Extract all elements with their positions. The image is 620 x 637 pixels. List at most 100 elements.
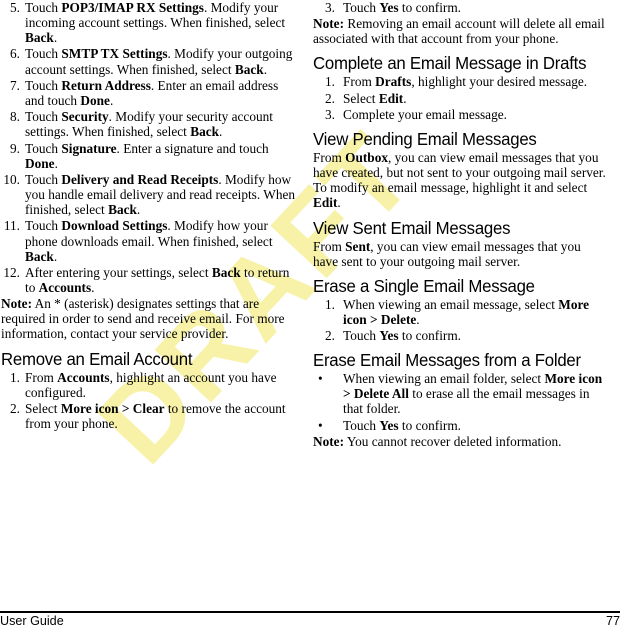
list-item-text: Select More icon > Clear to remove the a…	[25, 401, 286, 431]
emphasis-text: Yes	[379, 0, 399, 15]
list-item: 1. From Drafts, highlight your desired me…	[313, 74, 609, 89]
note-asterisk: Note: An * (asterisk) designates setting…	[1, 296, 297, 341]
emphasis-text: Edit	[378, 90, 404, 106]
list-item: 2. Touch Yes to confirm.	[313, 328, 609, 343]
left-column: 5. Touch POP3/IMAP RX Settings. Modify yo…	[1, 0, 297, 432]
body-text: Select	[25, 400, 61, 416]
body-text: Touch	[25, 140, 62, 156]
list-item-number: 3.	[325, 0, 335, 15]
emphasis-text: Done	[80, 92, 110, 108]
list-item: 8. Touch Security. Modify your security a…	[1, 109, 297, 139]
body-text: Removing an email account will delete al…	[313, 16, 605, 47]
list-item-text: Touch POP3/IMAP RX Settings. Modify your…	[25, 0, 285, 45]
emphasis-text: Note:	[313, 433, 345, 449]
emphasis-text: Back	[108, 202, 137, 218]
body-text: You cannot recover deleted information.	[344, 433, 562, 449]
list-item-number: 11.	[3, 218, 20, 234]
list-item-text: Touch Yes to confirm.	[343, 418, 461, 433]
heading-view-sent-email-messages: View Sent Email Messages	[313, 217, 511, 238]
body-text: Touch	[343, 0, 380, 15]
emphasis-text: POP3/IMAP RX Settings	[61, 0, 204, 15]
body-text: .	[109, 92, 114, 108]
list-item: 5. Touch POP3/IMAP RX Settings. Modify yo…	[1, 0, 297, 45]
list-item-text: When viewing an email folder, select Mor…	[343, 371, 602, 416]
emphasis-text: Delivery and Read Receipts	[61, 171, 219, 187]
emphasis-text: Accounts	[38, 280, 92, 295]
right-continued-step-list: 3. Touch Yes to confirm.	[313, 0, 609, 15]
body-text: When viewing an email message, select	[343, 296, 559, 312]
emphasis-text: Note:	[1, 296, 33, 312]
list-item: • When viewing an email folder, select Mo…	[313, 371, 609, 416]
list-item: 6. Touch SMTP TX Settings. Modify your ou…	[1, 46, 297, 76]
list-item-number: 6.	[10, 46, 20, 62]
emphasis-text: Return Address	[61, 77, 151, 93]
body-text: From	[313, 150, 346, 166]
list-item-number: 1.	[325, 296, 335, 312]
emphasis-text: Back	[190, 124, 220, 140]
footer-guide-label: User Guide	[0, 614, 64, 628]
body-text: When viewing an email folder, select	[343, 371, 545, 387]
body-text: to confirm.	[398, 328, 462, 344]
emphasis-text: Drafts	[375, 74, 412, 90]
body-text: An * (asterisk) designates settings that…	[1, 296, 285, 342]
body-text: Touch	[25, 77, 62, 93]
footer-rule	[0, 611, 620, 613]
body-text: After entering your settings, select	[25, 264, 212, 280]
body-text: .	[219, 124, 223, 140]
note-cannot-recover: Note: You cannot recover deleted informa…	[313, 434, 609, 449]
list-item-text: Select Edit.	[343, 91, 407, 106]
list-item-number: 3.	[325, 107, 335, 123]
emphasis-text: Yes	[379, 328, 399, 344]
list-item-text: Touch Yes to confirm.	[343, 0, 461, 15]
view-pending-paragraph: From Outbox, you can view email messages…	[313, 150, 609, 210]
body-text: . Enter a signature and touch	[116, 140, 269, 156]
list-item: 1. When viewing an email message, select …	[313, 297, 609, 327]
body-text: .	[403, 90, 407, 106]
body-text: From	[343, 74, 376, 90]
list-item-number: 7.	[10, 77, 20, 93]
emphasis-text: Outbox	[345, 150, 388, 166]
list-item: 3. Complete your email message.	[313, 107, 609, 122]
body-text: to confirm.	[398, 0, 462, 15]
list-item-text: From Accounts, highlight an account you …	[25, 370, 277, 400]
list-item-number: 1.	[10, 369, 20, 385]
list-item-text: Touch Signature. Enter a signature and t…	[25, 141, 269, 171]
emphasis-text: Sent	[345, 238, 371, 254]
body-text: From	[25, 369, 58, 385]
list-item-text: After entering your settings, select Bac…	[25, 265, 289, 295]
list-item-number: 2.	[325, 328, 335, 344]
list-item: 10. Touch Delivery and Read Receipts. Mod…	[1, 172, 297, 217]
emphasis-text: Back	[25, 248, 54, 264]
emphasis-text: Yes	[379, 417, 399, 433]
remove-account-step-list: 1. From Accounts, highlight an account yo…	[1, 370, 297, 432]
page-footer: User Guide 77	[0, 611, 620, 637]
emphasis-text: More icon > Clear	[60, 400, 165, 416]
heading-view-pending-email-messages: View Pending Email Messages	[313, 129, 537, 150]
body-text: .	[53, 248, 58, 264]
list-item-text: Touch Delivery and Read Receipts. Modify…	[25, 172, 295, 217]
list-item-text: From Drafts, highlight your desired mess…	[343, 74, 587, 89]
body-text: .	[53, 30, 58, 46]
body-text: Touch	[25, 218, 62, 234]
emphasis-text: Security	[61, 109, 109, 125]
emphasis-text: Edit	[313, 195, 338, 211]
list-item: 3. Touch Yes to confirm.	[313, 0, 609, 15]
heading-erase-a-single-email-message: Erase a Single Email Message	[313, 275, 535, 296]
note-removing-account: Note: Removing an email account will del…	[313, 16, 609, 46]
emphasis-text: Download Settings	[61, 218, 168, 234]
body-text: .	[136, 202, 141, 218]
body-text: Touch	[25, 171, 62, 187]
emphasis-text: Back	[234, 61, 264, 77]
body-text: .	[54, 155, 58, 171]
emphasis-text: Accounts	[57, 369, 110, 385]
list-item-text: When viewing an email message, select Mo…	[343, 297, 589, 327]
heading-remove-an-email-account: Remove an Email Account	[1, 348, 193, 369]
body-text: Complete your email message.	[343, 107, 507, 123]
body-text: Touch	[343, 328, 380, 344]
heading-erase-email-messages-from-a-folder: Erase Email Messages from a Folder	[313, 350, 581, 371]
list-item-text: Touch SMTP TX Settings. Modify your outg…	[25, 46, 292, 76]
list-item: 7. Touch Return Address. Enter an email a…	[1, 78, 297, 108]
body-text: to confirm.	[398, 417, 462, 433]
emphasis-text: Back	[25, 30, 54, 46]
list-item-text: Touch Download Settings. Modify how your…	[25, 218, 273, 263]
